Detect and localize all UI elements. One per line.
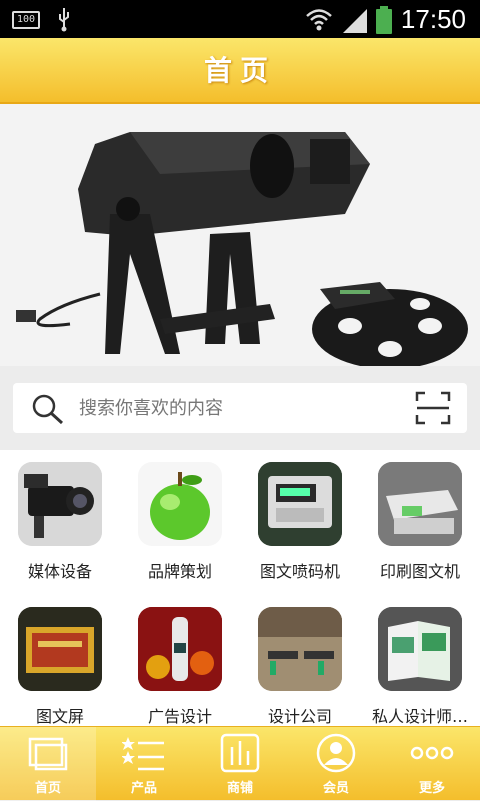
battery-level-icon: 100 [12,11,40,29]
store-icon [220,733,260,773]
advertising-poster-image [138,607,222,691]
category-label: 印刷图文机 [379,562,460,581]
tab-more[interactable]: 更多 [384,727,480,801]
tab-label: 会员 [322,781,349,796]
title-bar: 首页 [0,38,480,104]
category-media-equipment[interactable]: 媒体设备 [0,450,120,588]
inkjet-printer-image [258,462,342,546]
video-camera-image [18,462,102,546]
tab-label: 首页 [34,781,61,796]
banner-carousel[interactable] [0,104,480,366]
search-box[interactable] [13,383,467,433]
brochure-image [378,607,462,691]
category-label: 图文屏 [35,707,84,726]
green-apple-image [138,462,222,546]
wifi-icon [306,8,332,30]
tab-member[interactable]: 会员 [288,727,384,801]
page-title: 首页 [203,54,276,87]
status-bar: 100 17:50 [0,0,480,38]
category-advertising-design[interactable]: 广告设计 [120,595,240,733]
category-label: 媒体设备 [27,562,92,581]
tab-label: 产品 [130,781,157,796]
search-icon[interactable] [31,393,65,425]
category-grid: 媒体设备 品牌策划 图文喷码机 印刷图文机 图文屏 广告设计 设计公司 私人设计… [0,450,480,726]
tab-home[interactable]: 首页 [0,727,96,801]
battery-icon [375,5,392,34]
printing-machine-image [378,462,462,546]
tab-products[interactable]: 产品 [96,727,192,801]
category-label: 图文喷码机 [259,562,340,581]
category-inkjet-printer[interactable]: 图文喷码机 [240,450,360,588]
category-brand-planning[interactable]: 品牌策划 [120,450,240,588]
tab-label: 商铺 [226,781,253,796]
signal-icon [342,8,367,33]
usb-icon [59,8,69,32]
home-icon [28,737,68,771]
display-screen-image [18,607,102,691]
category-design-company[interactable]: 设计公司 [240,595,360,733]
category-private-designer[interactable]: 私人设计师… [360,595,480,733]
more-icon [410,746,454,760]
clock: 17:50 [400,4,466,34]
category-printing-machine[interactable]: 印刷图文机 [360,450,480,588]
banner-image [0,104,480,366]
category-display-screen[interactable]: 图文屏 [0,595,120,733]
search-input[interactable] [79,383,399,433]
scan-icon[interactable] [415,391,451,425]
tab-label: 更多 [418,781,445,796]
category-label: 私人设计师… [371,707,468,726]
category-label: 设计公司 [267,707,332,726]
category-label: 品牌策划 [147,562,212,581]
bottom-tab-bar: 首页 产品 商铺 会员 更多 [0,726,480,801]
tab-store[interactable]: 商铺 [192,727,288,801]
list-icon [122,737,164,771]
office-interior-image [258,607,342,691]
member-icon [316,733,356,773]
search-section [0,366,480,450]
category-label: 广告设计 [147,707,212,726]
